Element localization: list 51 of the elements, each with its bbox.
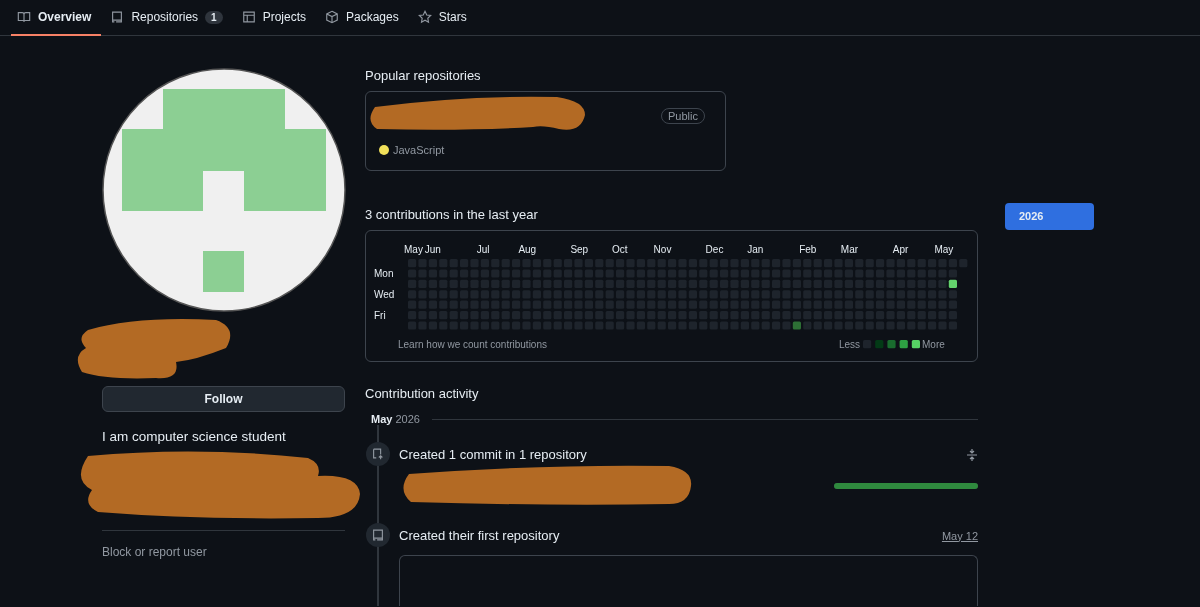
- month-label: Jun: [424, 244, 441, 255]
- activity-title[interactable]: Created 1 commit in 1 repository: [399, 447, 587, 462]
- month-label: May: [404, 244, 423, 255]
- weekday-label: Mon: [374, 268, 394, 280]
- year-button[interactable]: 2026: [1005, 203, 1094, 230]
- book-icon: [17, 10, 31, 24]
- month-label: Jul: [476, 244, 490, 255]
- star-icon: [417, 10, 432, 24]
- month-label: Sep: [570, 244, 589, 255]
- month-label: Jan: [747, 244, 764, 255]
- repository-card[interactable]: Public JavaScript: [365, 91, 726, 171]
- activity-date[interactable]: May 12: [941, 529, 978, 542]
- month-label: Nov: [653, 244, 672, 255]
- repository-icon: [366, 523, 390, 547]
- profile-bio: I am computer science student: [102, 429, 287, 444]
- collapse-icon[interactable]: [966, 447, 978, 462]
- profile-tab[interactable]: Packages: [319, 0, 409, 36]
- profile-tab[interactable]: Projects: [235, 0, 316, 36]
- section-title: Contribution activity: [365, 386, 480, 401]
- table-icon: [241, 10, 256, 24]
- repository-icon: [110, 10, 125, 24]
- month-label: Oct: [612, 244, 628, 255]
- profile-tab[interactable]: Repositories 1: [104, 0, 233, 36]
- activity-title: Created their first repository: [399, 528, 560, 543]
- profile-tab[interactable]: Stars: [411, 0, 477, 36]
- weekday-label: Fri: [374, 310, 386, 321]
- month-label: Apr: [892, 244, 909, 255]
- block-report-link[interactable]: Block or report user: [102, 545, 207, 559]
- profile-tab[interactable]: Overview: [11, 0, 102, 36]
- month-label: Dec: [705, 244, 724, 255]
- legend-swatch: [911, 340, 920, 349]
- section-title: Popular repositories: [365, 68, 482, 83]
- weekday-label: Wed: [374, 289, 395, 301]
- commit-icon: [366, 442, 390, 466]
- follow-button[interactable]: Follow: [102, 386, 345, 412]
- month-label: May: [934, 244, 954, 255]
- legend-swatch: [875, 340, 884, 349]
- month-label: Feb: [799, 244, 817, 255]
- legend-swatch: [887, 340, 896, 349]
- activity-month: May 2026: [371, 413, 420, 425]
- legend-label: Less: [839, 339, 861, 350]
- count-badge: 1: [205, 10, 223, 24]
- legend-label: More: [922, 339, 945, 350]
- legend-swatch: [899, 340, 908, 349]
- section-title: 3 contributions in the last year: [365, 207, 539, 222]
- learn-link[interactable]: Learn how we count contributions: [398, 339, 547, 350]
- avatar-identicon: [102, 68, 346, 312]
- package-icon: [325, 10, 339, 24]
- language-label: JavaScript: [393, 144, 445, 156]
- month-label: Mar: [840, 244, 859, 255]
- month-label: Aug: [518, 244, 537, 255]
